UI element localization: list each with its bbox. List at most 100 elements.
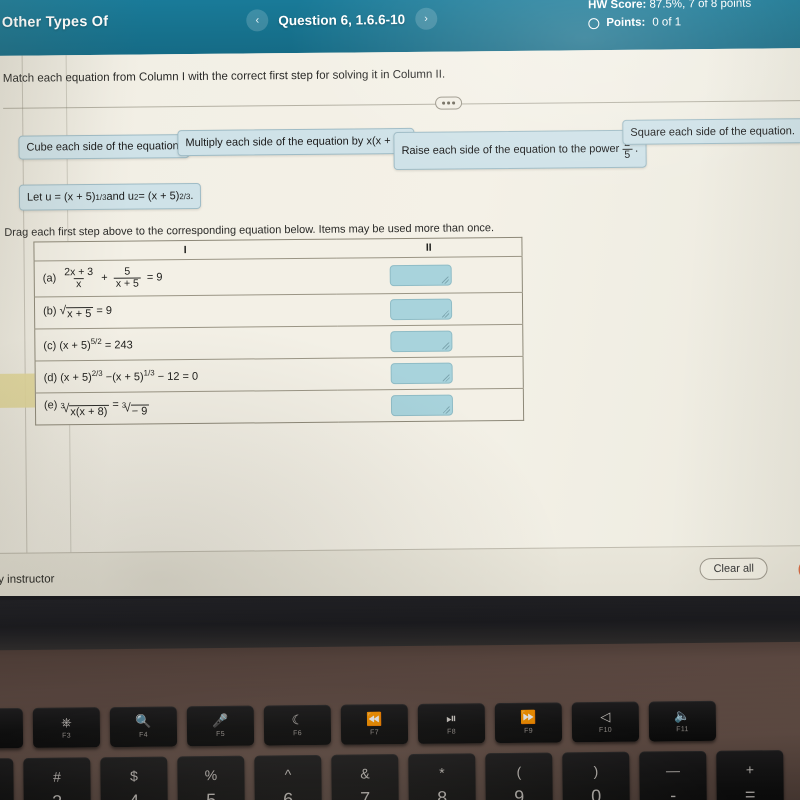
ask-my-instructor-link[interactable]: k my instructor	[0, 573, 54, 586]
key-f10-mute[interactable]: ◁ F10	[571, 701, 640, 743]
term2-base-d: (x + 5)	[112, 371, 144, 384]
key-4[interactable]: $ 4	[100, 756, 168, 800]
key-f6-do-not-disturb[interactable]: ☾ F6	[263, 704, 332, 746]
key-f7-previous-track[interactable]: ⏪ F7	[340, 704, 409, 745]
key-f11-volume-down[interactable]: 🔈 F11	[648, 700, 717, 742]
key-minus[interactable]: — -	[639, 750, 707, 800]
letu-mid: and u	[106, 190, 135, 203]
match-table: I II (a) 2x + 3 x + 5 x + 5 = 9 (b) √ x …	[33, 236, 525, 426]
drag-instruction: Drag each first step above to the corres…	[4, 222, 495, 239]
drag-tile-square[interactable]: Square each side of the equation.	[622, 118, 800, 145]
key-7-shift: &	[360, 765, 370, 782]
key-f5-dictation[interactable]: 🎤 F5	[186, 705, 255, 747]
table-row: (d) (x + 5)2/3 −(x + 5)1/3 − 12 = 0	[35, 356, 524, 394]
key-f3-label: F3	[62, 732, 71, 740]
radical-e-left: 3 √ x(x + 8)	[60, 402, 110, 418]
key-f4-spotlight[interactable]: 🔍 F4	[109, 706, 178, 748]
key-f11-label: F11	[676, 726, 689, 734]
row-label-b: (b)	[43, 305, 57, 318]
chevron-right-icon[interactable]: ›	[414, 7, 438, 30]
question-prompt: Match each equation from Column I with t…	[2, 68, 446, 85]
radicand-e: x(x + 8)	[69, 404, 110, 418]
drag-tile-raise-power[interactable]: Raise each side of the equation to the p…	[393, 129, 647, 171]
key-f2-brightness[interactable]: ☀ F2	[0, 708, 24, 749]
empty-circle-icon	[588, 17, 600, 29]
score-summary: HW Score: 87.5%, 7 of 8 points Points: 0…	[588, 0, 751, 31]
key-0[interactable]: ) 0	[562, 751, 630, 800]
fraction-a-2: 5 x + 5	[113, 266, 141, 290]
drag-tile-multiply[interactable]: Multiply each side of the equation by x(…	[177, 127, 415, 157]
term2-exp-d: 1/3	[143, 368, 155, 378]
clear-all-button[interactable]: Clear all	[699, 557, 769, 581]
key-3-shift: #	[52, 768, 61, 785]
key-7[interactable]: & 7	[331, 754, 399, 800]
table-row: (c) (x + 5)5/2 = 243	[34, 324, 524, 362]
equation-e-cell: (e) 3 √ x(x + 8) = 3 √ − 9	[35, 390, 337, 425]
hw-score-value: 87.5%, 7 of 8 points	[649, 0, 752, 11]
fraction-denominator: 5	[622, 148, 633, 161]
key-f3-mission-control[interactable]: ⎈ F3	[32, 707, 101, 748]
letu-text: Let u = (x + 5)	[26, 190, 96, 204]
dropbox-e[interactable]	[390, 394, 453, 417]
drag-tile-cube[interactable]: Cube each side of the equation.	[18, 134, 190, 160]
table-row: (a) 2x + 3 x + 5 x + 5 = 9	[34, 256, 523, 298]
equation-c-cell: (c) (x + 5)5/2 = 243	[34, 326, 338, 362]
row-label-a: (a)	[42, 272, 57, 285]
key-f8-play-pause[interactable]: ⏯ F8	[417, 703, 486, 744]
radical-b: √ x + 5	[60, 304, 94, 320]
column-header-II: II	[335, 237, 523, 259]
plus-sign-a: +	[101, 272, 108, 285]
frac-a1-den: x	[74, 278, 84, 291]
hw-score-line: HW Score: 87.5%, 7 of 8 points	[588, 0, 751, 13]
next-track-icon: ⏩	[520, 709, 537, 725]
key-5-shift: %	[204, 767, 218, 784]
key-equals[interactable]: + =	[716, 750, 784, 800]
previous-track-icon: ⏪	[366, 711, 383, 727]
key-2[interactable]: @ 2	[0, 758, 14, 800]
points-value: 0 of 1	[652, 16, 682, 29]
equals-b: = 9	[96, 305, 113, 318]
key-equals-label: =	[744, 784, 756, 800]
row-label-d: (d)	[43, 372, 58, 385]
drag-tile-multiply-label: Multiply each side of the equation by x(…	[185, 134, 407, 150]
mission-control-icon: ⎈	[61, 714, 72, 730]
key-f5-label: F5	[216, 730, 225, 739]
ellipsis-icon[interactable]	[435, 96, 463, 110]
key-9[interactable]: ( 9	[485, 752, 553, 800]
drag-tile-cube-label: Cube each side of the equation.	[26, 140, 182, 154]
laptop-screen: 5: Other Types Of ‹ Question 6, 1.6.6-10…	[0, 0, 800, 614]
question-navigator: ‹ Question 6, 1.6.6-10 ›	[246, 7, 438, 32]
play-pause-icon: ⏯	[446, 710, 457, 726]
app-header-bar: 5: Other Types Of ‹ Question 6, 1.6.6-10…	[0, 0, 800, 56]
drag-tile-substitution[interactable]: Let u = (x + 5) 1/3 and u2 = (x + 5) 2/3.	[18, 182, 202, 211]
chevron-left-icon[interactable]: ‹	[246, 9, 269, 32]
moon-icon: ☾	[291, 712, 304, 728]
dropbox-b[interactable]	[389, 298, 452, 321]
key-3-label: 3	[52, 792, 62, 800]
dropbox-d[interactable]	[390, 362, 453, 385]
dropbox-a[interactable]	[389, 264, 452, 287]
key-f9-next-track[interactable]: ⏩ F9	[494, 702, 563, 744]
key-f9-label: F9	[524, 727, 533, 735]
question-label: Question 6, 1.6.6-10	[278, 11, 406, 28]
key-8[interactable]: * 8	[408, 753, 476, 800]
letu-exp1: 1/3	[95, 192, 107, 202]
key-f7-label: F7	[370, 729, 379, 737]
answer-cell-c	[336, 324, 524, 359]
key-6[interactable]: ^ 6	[254, 754, 322, 800]
key-f6-label: F6	[293, 730, 302, 738]
dropbox-c[interactable]	[389, 330, 452, 353]
function-key-row: ☀ F2 ⎈ F3 🔍 F4 🎤 F5 ☾ F6	[0, 700, 717, 749]
answer-cell-e	[337, 388, 523, 422]
equals-c: = 243	[104, 339, 133, 352]
base-c: (x + 5)	[59, 339, 91, 353]
key-5[interactable]: % 5	[177, 755, 245, 800]
fraction-a-1: 2x + 3 x	[62, 266, 95, 291]
table-row: (e) 3 √ x(x + 8) = 3 √ − 9	[35, 388, 523, 425]
keyboard-deck: ☀ F2 ⎈ F3 🔍 F4 🎤 F5 ☾ F6	[0, 641, 800, 800]
key-3[interactable]: # 3	[23, 757, 91, 800]
key-6-label: 6	[283, 789, 294, 800]
key-0-shift: )	[593, 763, 599, 780]
laptop-keyboard: ☀ F2 ⎈ F3 🔍 F4 🎤 F5 ☾ F6	[0, 596, 800, 800]
key-minus-shift: —	[665, 762, 681, 779]
